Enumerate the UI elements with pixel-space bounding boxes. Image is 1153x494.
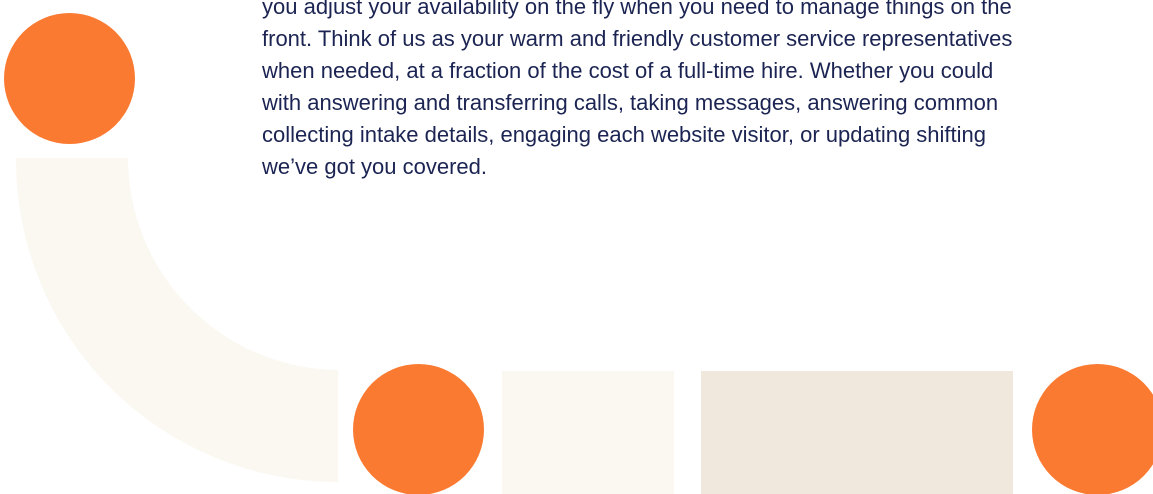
- service-description-paragraph: you adjust your availability on the fly …: [262, 0, 1153, 183]
- paragraph-line: we’ve got you covered.: [262, 154, 488, 179]
- paragraph-line: you adjust your availability on the fly …: [262, 0, 1012, 19]
- paragraph-line: front. Think of us as your warm and frie…: [262, 26, 1013, 51]
- paragraph-line: with answering and transferring calls, t…: [262, 90, 999, 115]
- paragraph-line: collecting intake details, engaging each…: [262, 122, 987, 147]
- decorative-circle-bottom-1: [353, 364, 484, 494]
- decorative-circle-top-left: [4, 13, 135, 144]
- decorative-arc-shape: [15, 158, 338, 482]
- decorative-square-cream: [502, 371, 674, 494]
- page: you adjust your availability on the fly …: [0, 0, 1153, 494]
- decorative-circle-bottom-2: [1032, 364, 1153, 494]
- decorative-rectangle-beige: [701, 371, 1013, 494]
- paragraph-line: when needed, at a fraction of the cost o…: [262, 58, 994, 83]
